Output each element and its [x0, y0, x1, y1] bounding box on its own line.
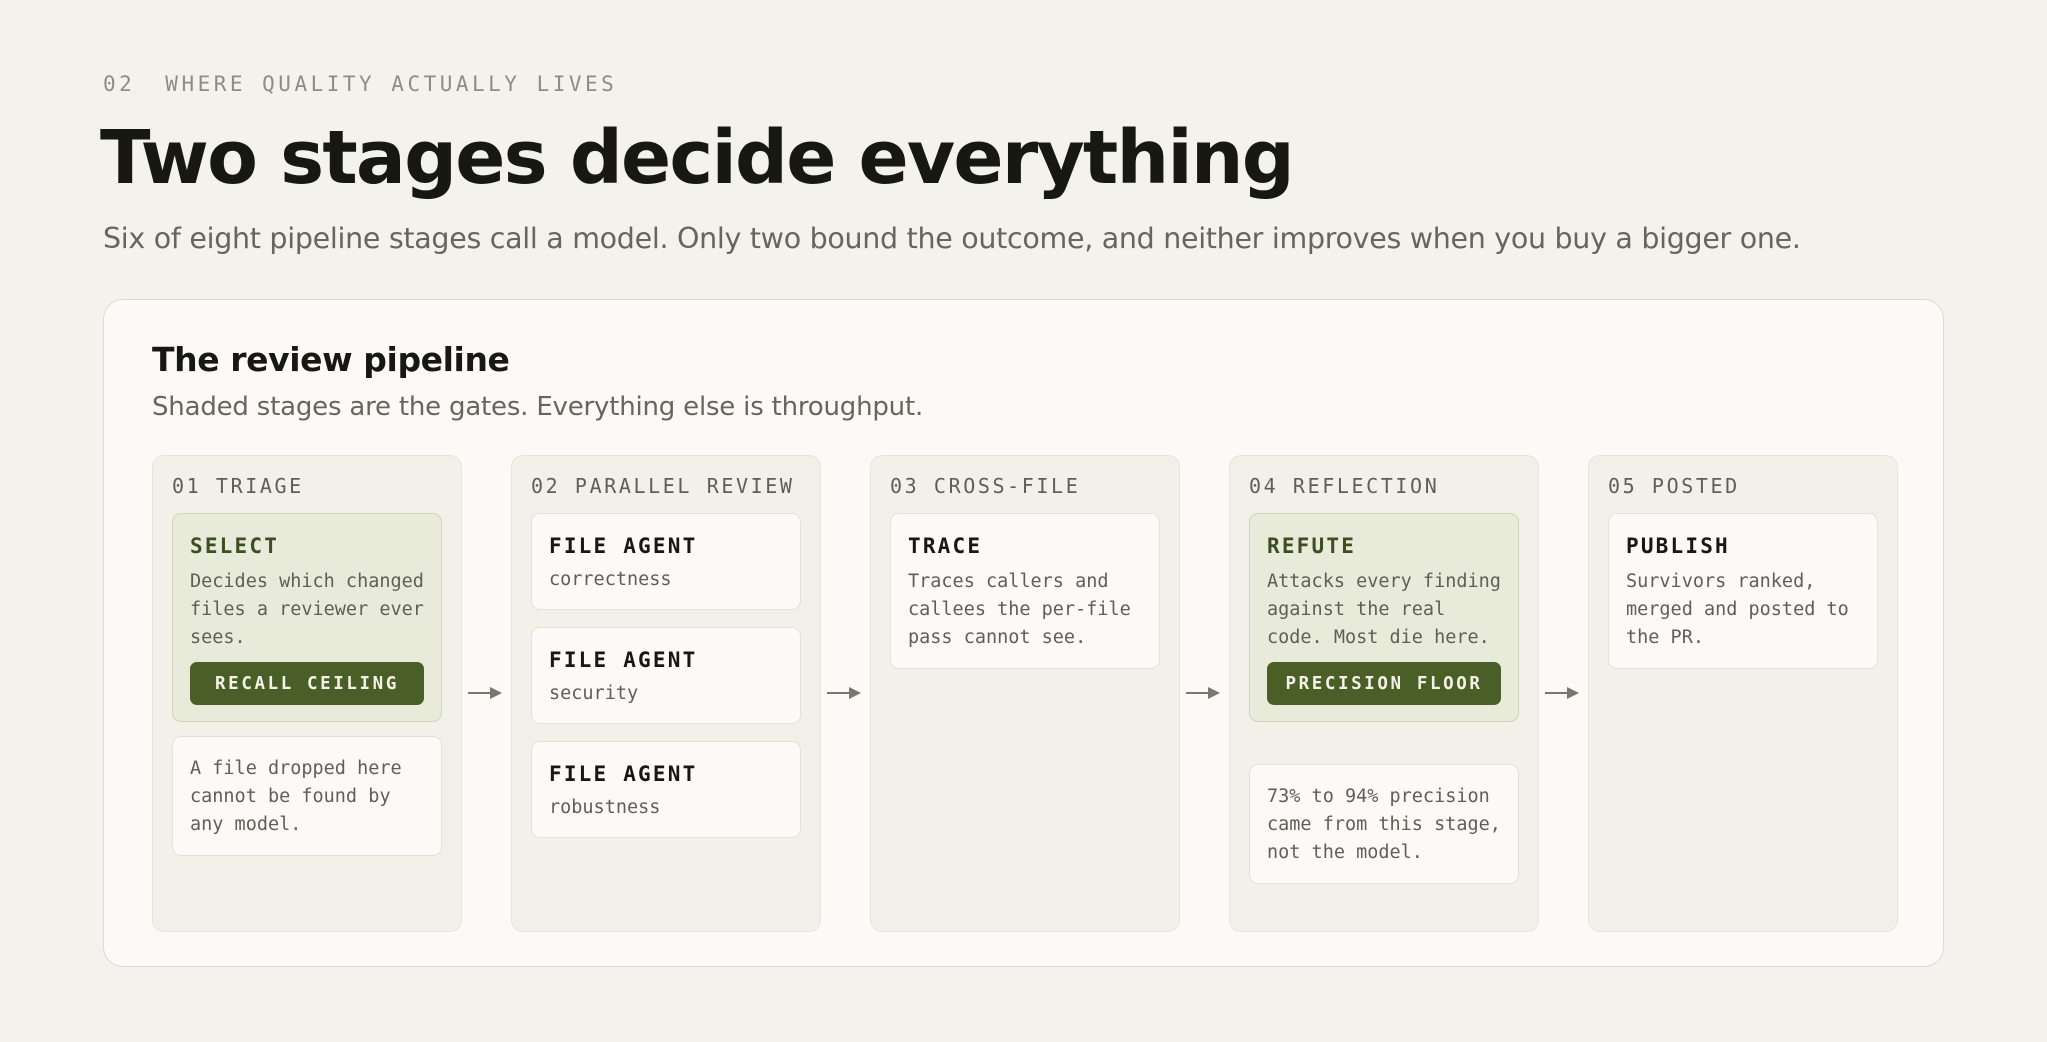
- section-eyebrow: 02 WHERE QUALITY ACTUALLY LIVES: [103, 72, 617, 96]
- card-text: Survivors ranked, merged and posted to t…: [1626, 571, 1849, 648]
- card-text: A file dropped here cannot be found by a…: [190, 758, 402, 835]
- recall-ceiling-badge: RECALL CEILING: [190, 662, 424, 705]
- stage-triage: 01 TRIAGE SELECT Decides which changed f…: [152, 455, 462, 932]
- card-text: robustness: [549, 797, 661, 818]
- card-text: security: [549, 683, 639, 704]
- right-arrow-icon: [1545, 687, 1579, 699]
- card-text: Attacks every finding against the real c…: [1267, 571, 1501, 648]
- right-arrow-icon: [1186, 687, 1220, 699]
- card-title: TRACE: [908, 534, 983, 558]
- refute-card: REFUTE Attacks every finding against the…: [1249, 513, 1519, 722]
- section-number: 02: [103, 72, 136, 96]
- card-title: SELECT: [190, 534, 280, 558]
- stage-reflection: 04 REFLECTION REFUTE Attacks every findi…: [1229, 455, 1539, 932]
- right-arrow-icon: [827, 687, 861, 699]
- card-title: FILE AGENT: [549, 648, 698, 672]
- pipeline-panel: The review pipeline Shaded stages are th…: [103, 299, 1944, 967]
- file-agent-card: FILE AGENT correctness: [531, 513, 801, 610]
- file-agent-card: FILE AGENT security: [531, 627, 801, 724]
- stage-label: 05 POSTED: [1608, 474, 1740, 498]
- stage-posted: 05 POSTED PUBLISH Survivors ranked, merg…: [1588, 455, 1898, 932]
- triage-note-card: A file dropped here cannot be found by a…: [172, 736, 442, 856]
- card-title: PUBLISH: [1626, 534, 1730, 558]
- file-agent-card: FILE AGENT robustness: [531, 741, 801, 838]
- trace-card: TRACE Traces callers and callees the per…: [890, 513, 1160, 669]
- select-card: SELECT Decides which changed files a rev…: [172, 513, 442, 722]
- stage-label: 04 REFLECTION: [1249, 474, 1440, 498]
- card-text: 73% to 94% precision came from this stag…: [1267, 786, 1501, 863]
- panel-subtitle: Shaded stages are the gates. Everything …: [152, 392, 924, 422]
- card-text: correctness: [549, 569, 672, 590]
- panel-title: The review pipeline: [152, 340, 510, 379]
- card-title: REFUTE: [1267, 534, 1357, 558]
- card-title: FILE AGENT: [549, 762, 698, 786]
- reflection-note-card: 73% to 94% precision came from this stag…: [1249, 764, 1519, 884]
- stage-label: 01 TRIAGE: [172, 474, 304, 498]
- card-text: Decides which changed files a reviewer e…: [190, 571, 424, 648]
- publish-card: PUBLISH Survivors ranked, merged and pos…: [1608, 513, 1878, 669]
- page-title: Two stages decide everything: [100, 115, 1295, 201]
- stage-parallel-review: 02 PARALLEL REVIEW FILE AGENT correctnes…: [511, 455, 821, 932]
- stage-cross-file: 03 CROSS-FILE TRACE Traces callers and c…: [870, 455, 1180, 932]
- section-label: WHERE QUALITY ACTUALLY LIVES: [165, 72, 618, 96]
- stage-label: 03 CROSS-FILE: [890, 474, 1081, 498]
- card-title: FILE AGENT: [549, 534, 698, 558]
- right-arrow-icon: [468, 687, 502, 699]
- page-subtitle: Six of eight pipeline stages call a mode…: [103, 222, 1801, 255]
- stage-label: 02 PARALLEL REVIEW: [531, 474, 795, 498]
- precision-floor-badge: PRECISION FLOOR: [1267, 662, 1501, 705]
- card-text: Traces callers and callees the per-file …: [908, 571, 1131, 648]
